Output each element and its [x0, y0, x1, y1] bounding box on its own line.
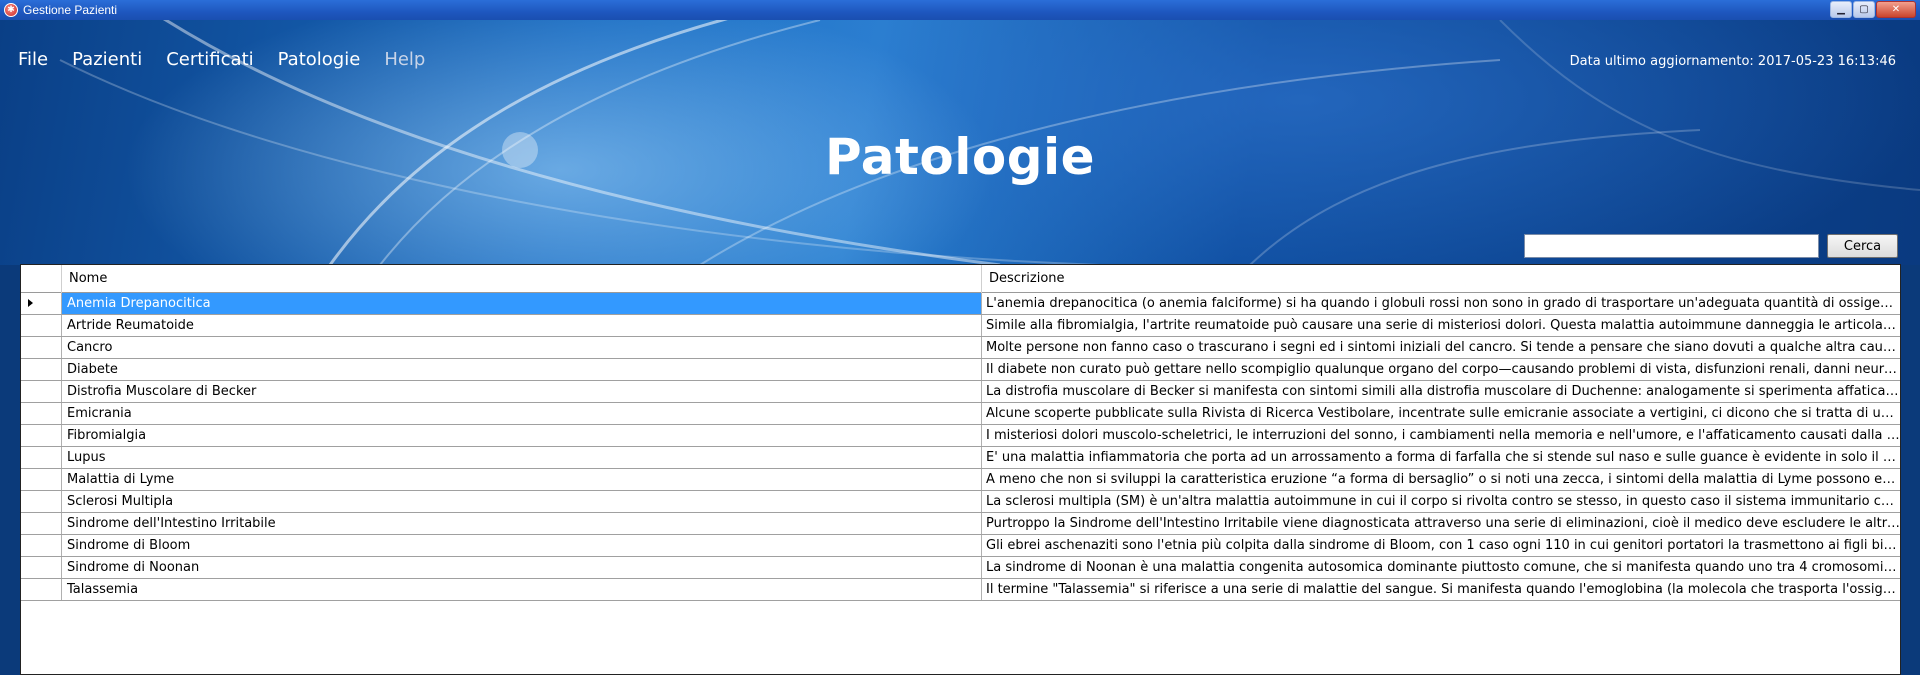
cell-nome[interactable]: Sclerosi Multipla: [62, 491, 982, 512]
cell-descrizione[interactable]: L'anemia drepanocitica (o anemia falcifo…: [982, 293, 1900, 314]
table-row[interactable]: Cancro Molte persone non fanno caso o tra…: [21, 337, 1900, 359]
cell-nome[interactable]: Emicrania: [62, 403, 982, 424]
row-header[interactable]: [21, 469, 62, 490]
menu-pazienti[interactable]: Pazienti: [60, 48, 154, 72]
grid-header: Nome Descrizione: [21, 265, 1900, 293]
grid-rows: Anemia Drepanocitica L'anemia drepanociti…: [21, 293, 1900, 601]
table-row[interactable]: Lupus E' una malattia infiammatoria che p…: [21, 447, 1900, 469]
cell-descrizione[interactable]: E' una malattia infiammatoria che porta …: [982, 447, 1900, 468]
table-row[interactable]: Emicrania Alcune scoperte pubblicate sul…: [21, 403, 1900, 425]
search-button[interactable]: Cerca: [1827, 234, 1898, 258]
current-row-arrow-icon: [28, 299, 33, 307]
row-header[interactable]: [21, 293, 62, 314]
cell-nome[interactable]: Artride Reumatoide: [62, 315, 982, 336]
row-header[interactable]: [21, 359, 62, 380]
table-row[interactable]: Diabete Il diabete non curato può gettare…: [21, 359, 1900, 381]
table-row[interactable]: Anemia Drepanocitica L'anemia drepanociti…: [21, 293, 1900, 315]
cell-nome[interactable]: Talassemia: [62, 579, 982, 600]
table-row[interactable]: Sindrome di Noonan La sindrome di Noonan …: [21, 557, 1900, 579]
app-icon: ✱: [4, 3, 18, 17]
search-input[interactable]: [1524, 234, 1819, 258]
cell-nome[interactable]: Sindrome dell'Intestino Irritabile: [62, 513, 982, 534]
cell-descrizione[interactable]: Purtroppo la Sindrome dell'Intestino Irr…: [982, 513, 1900, 534]
window-title: Gestione Pazienti: [23, 3, 118, 17]
table-row[interactable]: Sindrome di Bloom Gli ebrei aschenaziti s…: [21, 535, 1900, 557]
grid-corner-header[interactable]: [21, 265, 62, 293]
row-header[interactable]: [21, 337, 62, 358]
menu-bar: File Pazienti Certificati Patologie Help: [6, 48, 437, 72]
menu-file[interactable]: File: [6, 48, 60, 72]
cell-descrizione[interactable]: Simile alla fibromialgia, l'artrite reum…: [982, 315, 1900, 336]
header-banner: File Pazienti Certificati Patologie Help…: [0, 20, 1920, 265]
cell-nome[interactable]: Malattia di Lyme: [62, 469, 982, 490]
menu-patologie[interactable]: Patologie: [266, 48, 373, 72]
table-row[interactable]: Sindrome dell'Intestino Irritabile Purtro…: [21, 513, 1900, 535]
pathologies-grid: Nome Descrizione Anemia Drepanocitica L'a…: [20, 264, 1901, 675]
table-row[interactable]: Distrofia Muscolare di Becker La distrofi…: [21, 381, 1900, 403]
row-header[interactable]: [21, 491, 62, 512]
row-header[interactable]: [21, 513, 62, 534]
cell-descrizione[interactable]: I misteriosi dolori muscolo-scheletrici,…: [982, 425, 1900, 446]
cell-descrizione[interactable]: La sindrome di Noonan è una malattia con…: [982, 557, 1900, 578]
minimize-button[interactable]: ▁: [1830, 1, 1852, 18]
cell-nome[interactable]: Anemia Drepanocitica: [62, 293, 982, 314]
cell-descrizione[interactable]: La sclerosi multipla (SM) è un'altra mal…: [982, 491, 1900, 512]
row-header[interactable]: [21, 425, 62, 446]
row-header[interactable]: [21, 557, 62, 578]
column-header-descrizione[interactable]: Descrizione: [982, 265, 1900, 293]
cell-nome[interactable]: Sindrome di Bloom: [62, 535, 982, 556]
title-bar: ✱ Gestione Pazienti ▁ ▢ ✕: [0, 0, 1920, 20]
window-controls: ▁ ▢ ✕: [1830, 1, 1916, 18]
row-header[interactable]: [21, 381, 62, 402]
row-header[interactable]: [21, 579, 62, 600]
row-header[interactable]: [21, 447, 62, 468]
cell-descrizione[interactable]: Molte persone non fanno caso o trascuran…: [982, 337, 1900, 358]
cell-descrizione[interactable]: Il diabete non curato può gettare nello …: [982, 359, 1900, 380]
table-row[interactable]: Talassemia Il termine "Talassemia" si rif…: [21, 579, 1900, 601]
cell-descrizione[interactable]: A meno che non si sviluppi la caratteris…: [982, 469, 1900, 490]
close-button[interactable]: ✕: [1876, 1, 1916, 18]
menu-certificati[interactable]: Certificati: [154, 48, 265, 72]
cell-nome[interactable]: Distrofia Muscolare di Becker: [62, 381, 982, 402]
row-header[interactable]: [21, 315, 62, 336]
last-update-label: Data ultimo aggiornamento: 2017-05-23 16…: [1569, 54, 1896, 69]
row-header[interactable]: [21, 535, 62, 556]
column-header-nome[interactable]: Nome: [62, 265, 982, 293]
table-row[interactable]: Sclerosi Multipla La sclerosi multipla (S…: [21, 491, 1900, 513]
page-title: Patologie: [824, 128, 1096, 186]
maximize-button[interactable]: ▢: [1853, 1, 1875, 18]
cell-descrizione[interactable]: Alcune scoperte pubblicate sulla Rivista…: [982, 403, 1900, 424]
cell-nome[interactable]: Fibromialgia: [62, 425, 982, 446]
table-row[interactable]: Artride Reumatoide Simile alla fibromialg…: [21, 315, 1900, 337]
cell-descrizione[interactable]: La distrofia muscolare di Becker si mani…: [982, 381, 1900, 402]
cell-nome[interactable]: Lupus: [62, 447, 982, 468]
cell-descrizione[interactable]: Il termine "Talassemia" si riferisce a u…: [982, 579, 1900, 600]
cell-descrizione[interactable]: Gli ebrei aschenaziti sono l'etnia più c…: [982, 535, 1900, 556]
cell-nome[interactable]: Cancro: [62, 337, 982, 358]
cell-nome[interactable]: Sindrome di Noonan: [62, 557, 982, 578]
table-row[interactable]: Fibromialgia I misteriosi dolori muscolo-…: [21, 425, 1900, 447]
row-header[interactable]: [21, 403, 62, 424]
menu-help[interactable]: Help: [372, 48, 437, 72]
cell-nome[interactable]: Diabete: [62, 359, 982, 380]
table-row[interactable]: Malattia di Lyme A meno che non si svilup…: [21, 469, 1900, 491]
